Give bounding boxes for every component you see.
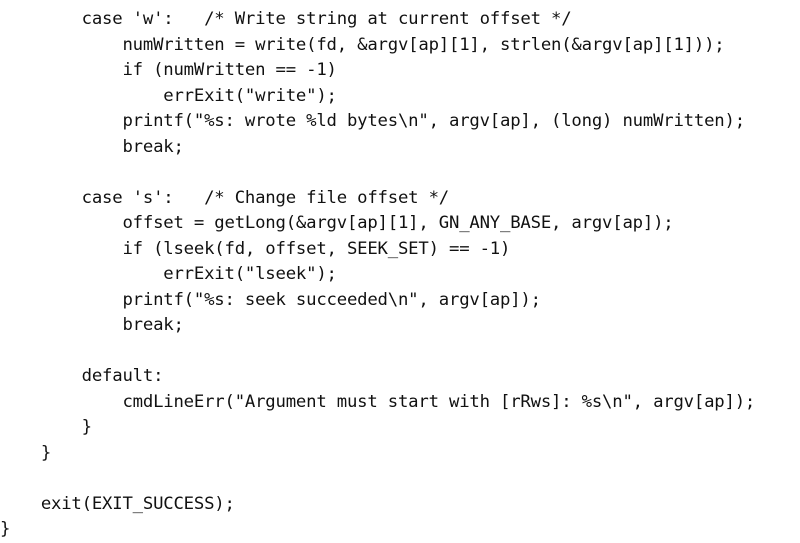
code-line: break; [0,136,184,157]
code-line: numWritten = write(fd, &argv[ap][1], str… [0,34,725,55]
code-line: case 's': /* Change file offset */ [0,187,450,208]
code-line: break; [0,315,184,335]
code-line: } [0,442,52,463]
code-line: if (lseek(fd, offset, SEEK_SET) == -1) [0,238,511,259]
code-line: if (numWritten == -1) [0,60,337,80]
code-line: default: [0,366,164,386]
code-line: exit(EXIT_SUCCESS); [0,493,235,514]
code-line: errExit("lseek"); [0,264,337,284]
code-line: printf("%s: seek succeeded\n", argv[ap])… [0,289,541,310]
code-line: printf("%s: wrote %ld bytes\n", argv[ap]… [0,111,745,131]
code-line: cmdLineErr("Argument must start with [rR… [0,391,756,412]
code-line: errExit("write"); [0,85,337,106]
code-line: case 'w': /* Write string at current off… [0,9,572,29]
code-listing: case 'w': /* Write string at current off… [0,7,755,543]
code-line: offset = getLong(&argv[ap][1], GN_ANY_BA… [0,213,674,233]
code-line: } [0,417,92,437]
